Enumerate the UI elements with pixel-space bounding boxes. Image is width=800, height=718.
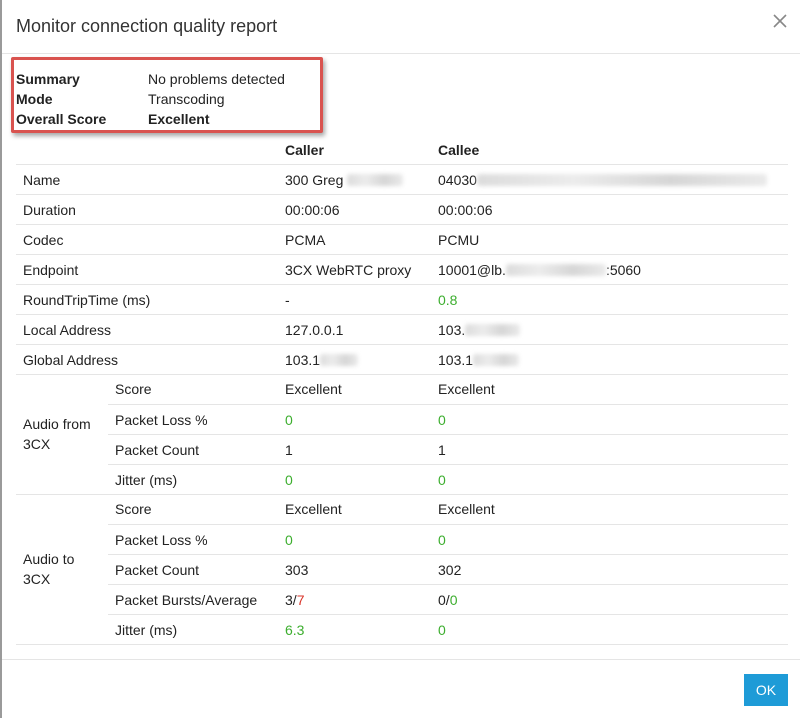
row-label: Jitter (ms) bbox=[115, 622, 178, 638]
table-row: Packet Count 1 1 bbox=[108, 434, 788, 464]
caller-value: 127.0.0.1 bbox=[285, 322, 344, 338]
redacted-text bbox=[347, 174, 404, 186]
row-label: Packet Count bbox=[115, 442, 200, 458]
callee-value: 00:00:06 bbox=[438, 202, 493, 218]
audio-from-label: Audio from 3CX bbox=[23, 416, 91, 452]
table-row: Endpoint 3CX WebRTC proxy 10001@lb.:5060 bbox=[16, 254, 788, 284]
redacted-text bbox=[320, 354, 359, 366]
table-row: Packet Loss % 0 0 bbox=[108, 524, 788, 554]
row-label: Name bbox=[23, 172, 61, 188]
table-row: Jitter (ms) 0 0 bbox=[108, 464, 788, 494]
row-label: Score bbox=[115, 381, 152, 397]
row-label: Score bbox=[115, 501, 152, 517]
table-row: Duration 00:00:06 00:00:06 bbox=[16, 194, 788, 224]
table-row: Packet Count 303 302 bbox=[108, 554, 788, 584]
caller-value: Excellent bbox=[285, 381, 342, 397]
row-label: Packet Count bbox=[115, 562, 200, 578]
row-label: Endpoint bbox=[23, 262, 79, 278]
row-label: Local Address bbox=[23, 322, 111, 338]
caller-value: 1 bbox=[285, 442, 293, 458]
row-label: Global Address bbox=[23, 352, 118, 368]
callee-value: 0 bbox=[438, 622, 446, 638]
window-edge bbox=[0, 0, 2, 718]
close-icon[interactable] bbox=[770, 11, 790, 31]
caller-value: 6.3 bbox=[285, 622, 305, 638]
callee-value: 0 bbox=[438, 532, 446, 548]
overall-score-label: Overall Score bbox=[16, 111, 107, 127]
row-label: Codec bbox=[23, 232, 64, 248]
callee-endpoint: 10001@lb.:5060 bbox=[438, 262, 641, 278]
table-row: Score Excellent Excellent bbox=[108, 494, 788, 524]
redacted-text bbox=[465, 324, 521, 336]
table-row: Codec PCMA PCMU bbox=[16, 224, 788, 254]
callee-value: 1 bbox=[438, 442, 446, 458]
row-label: Jitter (ms) bbox=[115, 472, 178, 488]
table-row: Local Address 127.0.0.1 103. bbox=[16, 314, 788, 344]
redacted-text bbox=[505, 264, 606, 276]
dialog-header: Monitor connection quality report bbox=[2, 0, 800, 54]
footer-divider bbox=[2, 659, 800, 660]
caller-value: Excellent bbox=[285, 501, 342, 517]
callee-header: Callee bbox=[438, 142, 480, 158]
callee-value: PCMU bbox=[438, 232, 480, 248]
table-row: Global Address 103.1 103.1 bbox=[16, 344, 788, 374]
summary-box: Summary No problems detected Mode Transc… bbox=[11, 57, 323, 133]
callee-value: 0 bbox=[438, 412, 446, 428]
row-label: Duration bbox=[23, 202, 76, 218]
table-header: Caller Callee bbox=[16, 134, 788, 164]
table-row: RoundTripTime (ms) - 0.8 bbox=[16, 284, 788, 314]
mode-label: Mode bbox=[16, 91, 53, 107]
caller-value: PCMA bbox=[285, 232, 326, 248]
redacted-text bbox=[476, 174, 767, 186]
caller-name: 300 Greg bbox=[285, 172, 404, 188]
row-label: Packet Loss % bbox=[115, 532, 208, 548]
ok-button[interactable]: OK bbox=[744, 674, 788, 706]
overall-score-value: Excellent bbox=[148, 111, 210, 127]
mode-value: Transcoding bbox=[148, 91, 225, 107]
caller-header: Caller bbox=[285, 142, 324, 158]
caller-value: 00:00:06 bbox=[285, 202, 340, 218]
summary-label: Summary bbox=[16, 71, 80, 87]
dialog-title: Monitor connection quality report bbox=[16, 16, 278, 36]
caller-value: 0 bbox=[285, 532, 293, 548]
row-label: RoundTripTime (ms) bbox=[23, 292, 151, 308]
row-label: Packet Bursts/Average bbox=[115, 592, 258, 608]
table-bottom-divider bbox=[16, 644, 788, 645]
callee-global-address: 103.1 bbox=[438, 352, 520, 368]
table-row: Name 300 Greg 04030 bbox=[16, 164, 788, 194]
redacted-text bbox=[473, 354, 520, 366]
audio-to-label: Audio to 3CX bbox=[23, 551, 75, 587]
callee-name: 04030 bbox=[438, 172, 767, 188]
caller-value: 303 bbox=[285, 562, 309, 578]
row-label: Packet Loss % bbox=[115, 412, 208, 428]
caller-value: 0 bbox=[285, 472, 293, 488]
caller-value: - bbox=[285, 292, 290, 308]
callee-value: 0 bbox=[438, 472, 446, 488]
table-row: Packet Loss % 0 0 bbox=[108, 404, 788, 434]
callee-local-address: 103. bbox=[438, 322, 521, 338]
callee-value: 0.8 bbox=[438, 292, 458, 308]
caller-value: 0 bbox=[285, 412, 293, 428]
table-row: Packet Bursts/Average 3/7 0/0 bbox=[108, 584, 788, 614]
table-row: Jitter (ms) 6.3 0 bbox=[108, 614, 788, 644]
callee-value: Excellent bbox=[438, 381, 495, 397]
table-row: Score Excellent Excellent bbox=[108, 374, 788, 404]
caller-global-address: 103.1 bbox=[285, 352, 359, 368]
caller-value: 3CX WebRTC proxy bbox=[285, 262, 412, 278]
callee-bursts-value: 0/0 bbox=[438, 592, 458, 608]
callee-value: 302 bbox=[438, 562, 462, 578]
summary-value: No problems detected bbox=[148, 71, 285, 87]
callee-value: Excellent bbox=[438, 501, 495, 517]
caller-bursts-value: 3/7 bbox=[285, 592, 305, 608]
